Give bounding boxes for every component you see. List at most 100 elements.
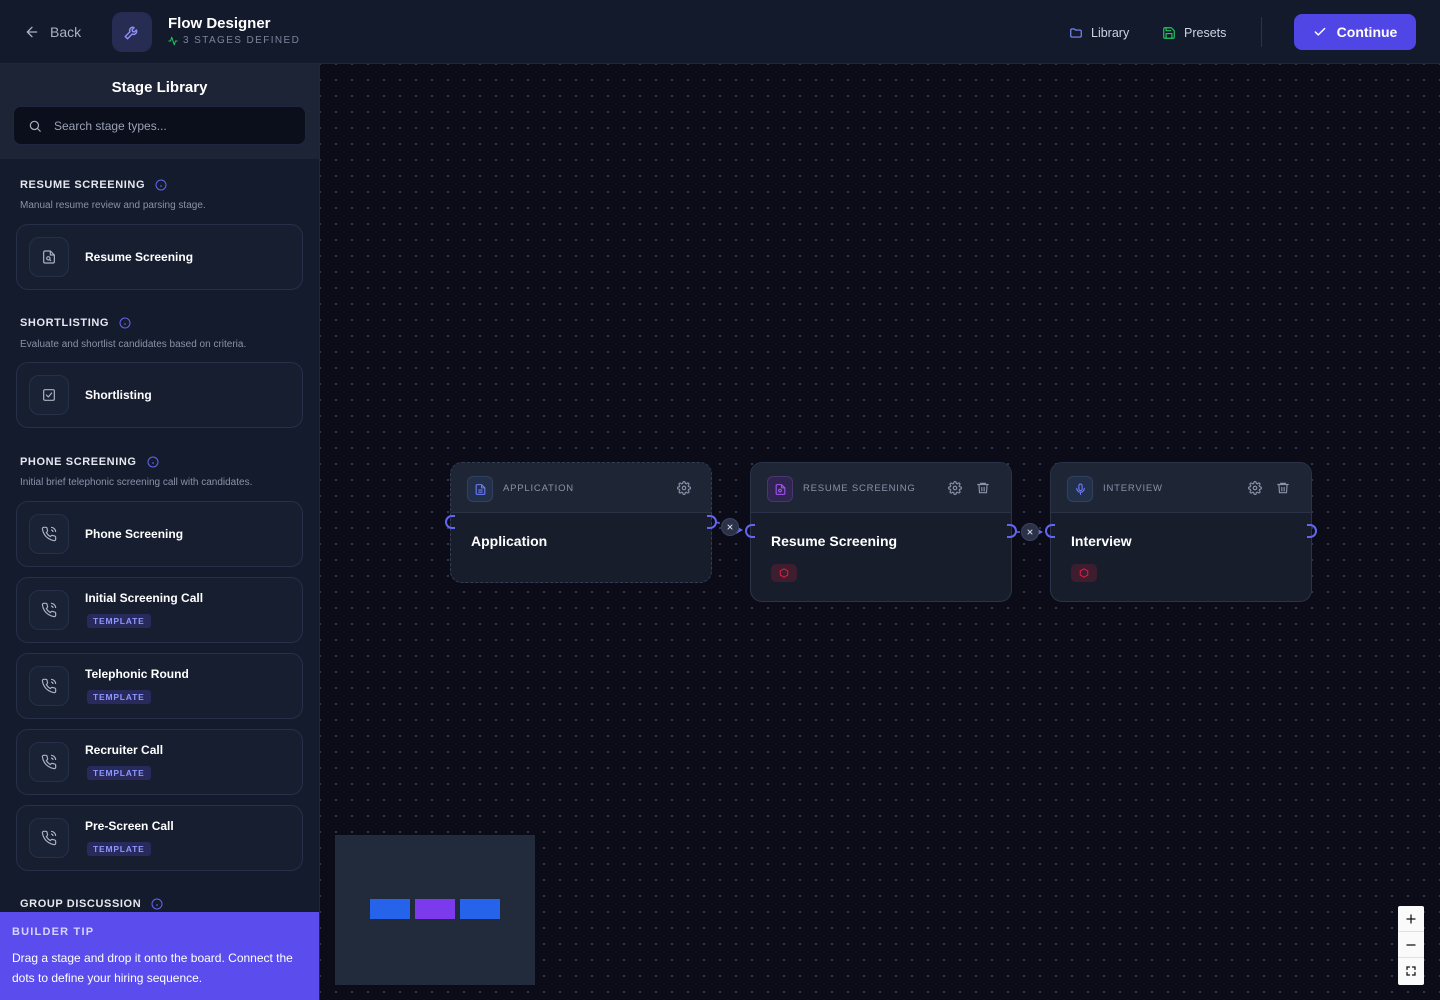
gear-icon — [1248, 481, 1262, 495]
stage-card-phone-screening[interactable]: Phone Screening — [16, 501, 303, 567]
node-title: Resume Screening — [771, 533, 898, 549]
delete-edge-button[interactable] — [1021, 523, 1039, 541]
back-button[interactable]: Back — [24, 20, 81, 44]
stage-name: Telephonic Round — [85, 667, 189, 681]
continue-label: Continue — [1336, 24, 1398, 40]
stage-card-resume-screening[interactable]: Resume Screening — [16, 224, 303, 290]
search-icon — [29, 120, 41, 132]
node-input-handle[interactable] — [445, 515, 455, 529]
activity-icon — [168, 36, 178, 45]
zoom-out-button[interactable] — [1398, 932, 1424, 958]
node-settings-button[interactable] — [677, 481, 691, 495]
info-icon[interactable] — [147, 456, 159, 468]
arrow-left-icon — [26, 26, 38, 38]
stage-icon-box — [29, 237, 69, 277]
phone-icon — [41, 678, 57, 694]
node-header: RESUME SCREENING — [751, 463, 1011, 513]
plus-icon — [1406, 913, 1416, 924]
stage-card-pre-screen-call[interactable]: Pre-Screen Call TEMPLATE — [16, 805, 303, 871]
minimap[interactable] — [335, 835, 535, 985]
node-header: INTERVIEW — [1051, 463, 1311, 513]
stage-icon-box — [29, 514, 69, 554]
node-settings-button[interactable] — [948, 481, 962, 495]
phone-icon — [41, 602, 57, 618]
node-status-chip[interactable] — [1071, 564, 1097, 582]
category-description: Evaluate and shortlist candidates based … — [20, 339, 247, 350]
zoom-controls — [1398, 906, 1424, 985]
checkbox-icon — [43, 389, 55, 401]
stage-icon-box — [29, 666, 69, 706]
stage-card-initial-screening-call[interactable]: Initial Screening Call TEMPLATE — [16, 577, 303, 643]
minimap-node — [370, 899, 410, 919]
zoom-in-button[interactable] — [1398, 906, 1424, 932]
file-scan-icon — [775, 483, 785, 495]
hexagon-icon — [779, 568, 789, 578]
node-output-handle[interactable] — [1307, 524, 1317, 538]
fit-view-button[interactable] — [1398, 958, 1424, 984]
library-label: Library — [1091, 26, 1130, 40]
fit-view-icon — [1406, 966, 1416, 976]
node-interview[interactable]: INTERVIEW Interview — [1045, 462, 1317, 602]
phone-icon — [41, 830, 57, 846]
file-scan-icon — [43, 250, 55, 264]
delete-edge-button[interactable] — [721, 518, 739, 536]
category-title: GROUP DISCUSSION — [20, 898, 142, 910]
search-input[interactable] — [54, 118, 284, 133]
node-input-handle[interactable] — [745, 524, 755, 538]
top-bar: Back Flow Designer 3 STAGES DEFINED Libr… — [0, 0, 1440, 64]
node-status-chip[interactable] — [771, 564, 797, 582]
minus-icon — [1406, 943, 1416, 946]
stage-card-recruiter-call[interactable]: Recruiter Call TEMPLATE — [16, 729, 303, 795]
stage-name: Pre-Screen Call — [85, 819, 174, 833]
save-icon — [1163, 27, 1175, 39]
node-type-label: RESUME SCREENING — [803, 483, 916, 494]
node-application[interactable]: APPLICATION Application — [445, 462, 717, 583]
node-title: Application — [471, 533, 548, 549]
node-resume-screening[interactable]: RESUME SCREENING Resume Screening — [745, 462, 1017, 602]
node-icon-box — [767, 476, 793, 502]
stages-count-label: 3 STAGES DEFINED — [183, 35, 301, 46]
node-header: APPLICATION — [451, 463, 711, 513]
library-button[interactable]: Library — [1069, 24, 1129, 42]
hexagon-icon — [1079, 568, 1089, 578]
mic-icon — [1075, 483, 1085, 495]
builder-tip: BUILDER TIP Drag a stage and drop it ont… — [0, 912, 319, 1000]
continue-button[interactable]: Continue — [1294, 14, 1416, 50]
category-description: Manual resume review and parsing stage. — [20, 200, 206, 211]
presets-label: Presets — [1184, 26, 1227, 40]
info-icon[interactable] — [155, 179, 167, 191]
phone-icon — [41, 526, 57, 542]
presets-button[interactable]: Presets — [1162, 24, 1226, 42]
phone-icon — [41, 754, 57, 770]
tip-title: BUILDER TIP — [12, 926, 95, 938]
node-delete-button[interactable] — [1276, 481, 1290, 495]
info-icon[interactable] — [151, 898, 163, 910]
minimap-node — [415, 899, 455, 919]
stage-name: Shortlisting — [85, 388, 152, 402]
flow-canvas[interactable]: APPLICATION Application RESUME SCREENING — [320, 64, 1440, 1000]
node-input-handle[interactable] — [1045, 524, 1055, 538]
stage-icon-box — [29, 375, 69, 415]
stage-icon-box — [29, 742, 69, 782]
page-title: Flow Designer — [168, 15, 271, 32]
info-icon[interactable] — [119, 317, 131, 329]
stage-card-shortlisting[interactable]: Shortlisting — [16, 362, 303, 428]
document-icon — [475, 483, 485, 495]
stage-name: Resume Screening — [85, 250, 194, 264]
template-badge: TEMPLATE — [87, 766, 151, 780]
folder-icon — [1070, 28, 1082, 38]
category-title: PHONE SCREENING — [20, 456, 137, 468]
node-title: Interview — [1071, 533, 1132, 549]
stage-name: Initial Screening Call — [85, 591, 204, 605]
category-header-shortlisting: SHORTLISTING — [20, 317, 131, 329]
stage-card-telephonic-round[interactable]: Telephonic Round TEMPLATE — [16, 653, 303, 719]
node-settings-button[interactable] — [1248, 481, 1262, 495]
node-delete-button[interactable] — [976, 481, 990, 495]
tip-text: Drag a stage and drop it onto the board.… — [12, 951, 293, 985]
category-description: Initial brief telephonic screening call … — [20, 477, 253, 488]
stage-icon-box — [29, 590, 69, 630]
stage-icon-box — [29, 818, 69, 858]
check-icon — [1314, 27, 1326, 36]
stage-name: Recruiter Call — [85, 743, 164, 757]
template-badge: TEMPLATE — [87, 690, 151, 704]
